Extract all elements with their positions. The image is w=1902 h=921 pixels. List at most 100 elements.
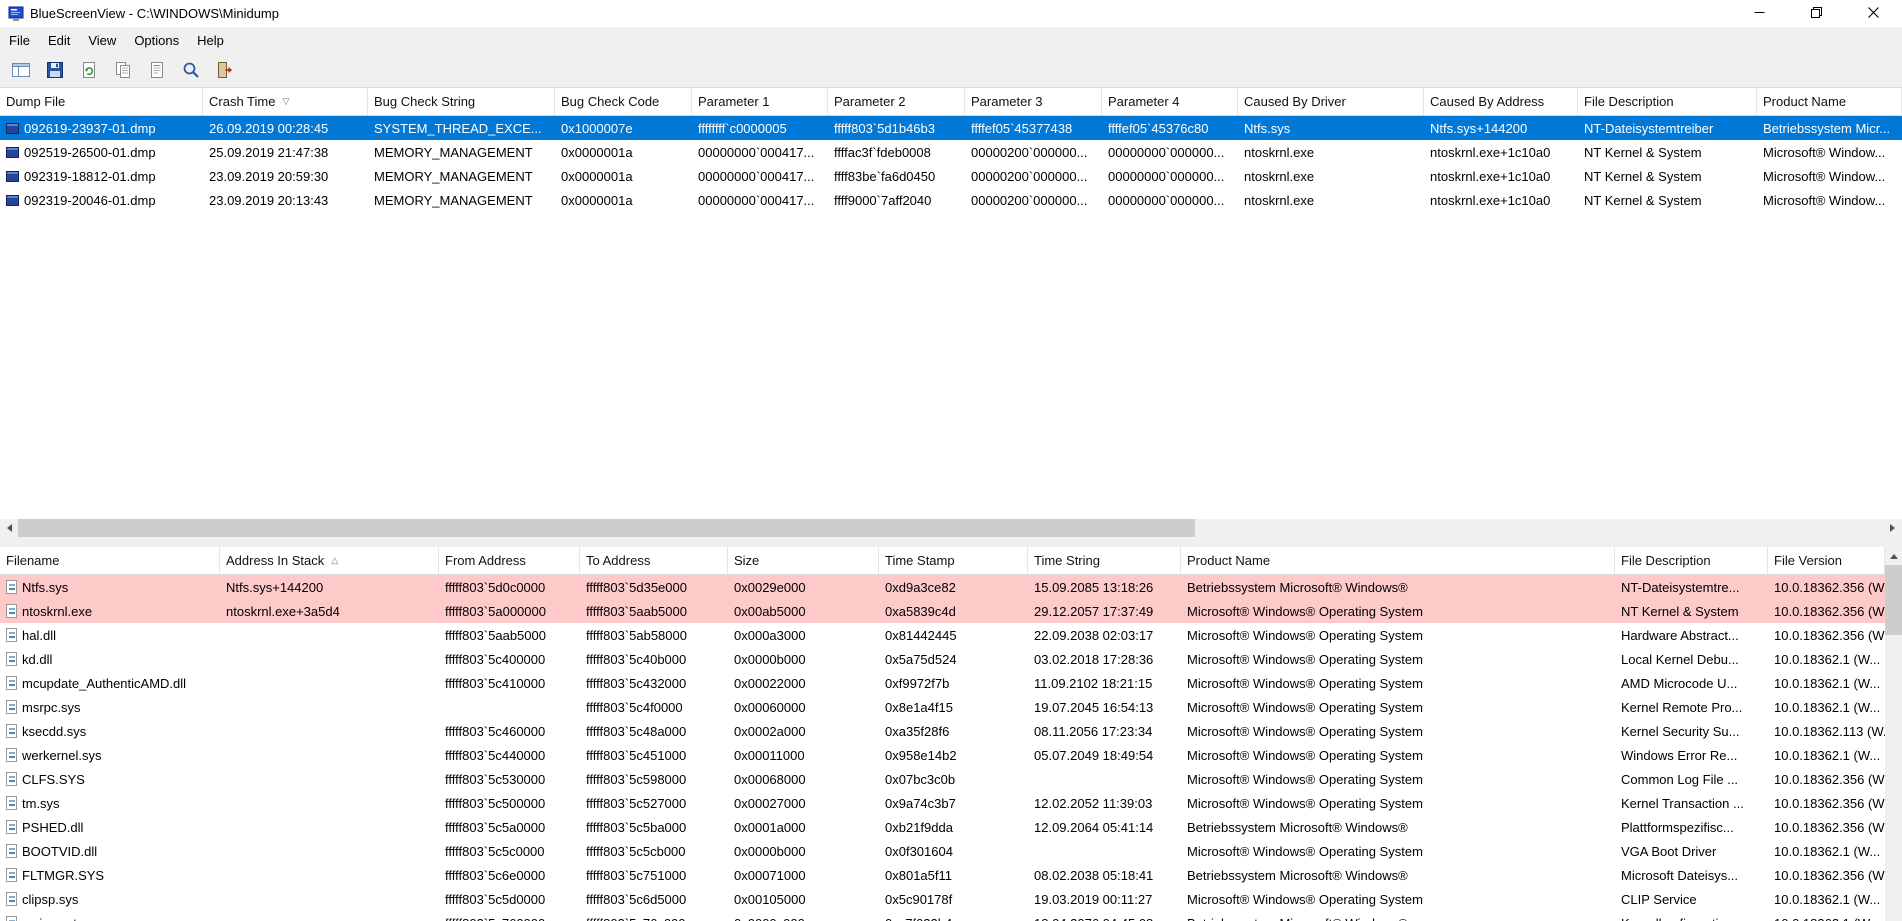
table-row[interactable]: werkernel.sys fffff803`5c440000 fffff803`5… [0,743,1885,767]
table-row[interactable]: tm.sys fffff803`5c500000 fffff803`5c527000… [0,791,1885,815]
cell-filename: clipsp.sys [0,887,220,911]
cell-file-description: NT Kernel & System [1584,192,1702,208]
table-row[interactable]: ksecdd.sys fffff803`5c460000 fffff803`5c48… [0,719,1885,743]
cell-dump-file: 092519-26500-01.dmp [0,140,203,164]
cell-filename: hal.dll [0,623,220,647]
cell-address-in-stack [220,695,439,719]
scroll-left-arrow[interactable] [0,519,18,537]
menu-options[interactable]: Options [125,28,188,52]
cell-caused-by-address: ntoskrnl.exe+1c10a0 [1430,168,1551,184]
table-row[interactable]: Ntfs.sys Ntfs.sys+144200 fffff803`5d0c0000… [0,575,1885,599]
table-row[interactable]: 092519-26500-01.dmp 25.09.2019 21:47:38 ME… [0,140,1902,164]
table-row[interactable]: 092319-18812-01.dmp 23.09.2019 20:59:30 ME… [0,164,1902,188]
cell-caused-by-address: ntoskrnl.exe+1c10a0 [1430,192,1551,208]
table-row[interactable]: BOOTVID.dll fffff803`5c5c0000 fffff803`5c5… [0,839,1885,863]
table-row[interactable]: clipsp.sys fffff803`5c5d0000 fffff803`5c6d… [0,887,1885,911]
cell-bug-check-code: 0x0000001a [561,144,633,160]
cell-crash-time: 23.09.2019 20:59:30 [209,168,329,184]
column-header-time-string[interactable]: Time String [1028,547,1181,574]
save-icon[interactable] [42,57,67,82]
exit-icon[interactable] [212,57,237,82]
horizontal-scrollbar-thumb[interactable] [18,519,1195,537]
column-header-parameter-1[interactable]: Parameter 1 [692,88,828,115]
menu-edit[interactable]: Edit [39,28,79,52]
column-header-filename[interactable]: Filename [0,547,220,574]
table-row[interactable]: kd.dll fffff803`5c400000 fffff803`5c40b000… [0,647,1885,671]
table-row[interactable]: cmimcext.sys fffff803`5c760000fffff803`5c… [0,911,1885,921]
table-row[interactable]: CLFS.SYS fffff803`5c530000 fffff803`5c5980… [0,767,1885,791]
table-row[interactable]: 092619-23937-01.dmp 26.09.2019 00:28:45 SY… [0,116,1902,140]
menu-file[interactable]: File [0,28,39,52]
cell-filename: cmimcext.sys [0,911,220,921]
module-list-body[interactable]: Ntfs.sys Ntfs.sys+144200 fffff803`5d0c0000… [0,575,1885,921]
dump-list-body[interactable]: 092619-23937-01.dmp 26.09.2019 00:28:45 SY… [0,116,1902,519]
column-header-dump-file[interactable]: Dump File [0,88,203,115]
column-header-parameter-3[interactable]: Parameter 3 [965,88,1102,115]
table-row[interactable]: hal.dll fffff803`5aab5000 fffff803`5ab5800… [0,623,1885,647]
cell-from-address: fffff803`5c760000 [439,911,580,921]
cell-size: 0x000a3000 [734,627,806,643]
cell-product-name: Microsoft® Windows® Operating System [1187,675,1423,691]
cell-address-in-stack [220,791,439,815]
column-header-to-address[interactable]: To Address [580,547,728,574]
cell-time-string: 05.07.2049 18:49:54 [1034,747,1154,763]
scroll-right-arrow[interactable] [1884,519,1902,537]
cell-parameter-3: ffffef05`45377438 [971,120,1073,136]
table-row[interactable]: mcupdate_AuthenticAMD.dll fffff803`5c4100… [0,671,1885,695]
column-header-bug-check-string[interactable]: Bug Check String [368,88,555,115]
dump-file-icon [6,194,19,206]
menu-view[interactable]: View [79,28,125,52]
cell-parameter-4: ffffef05`45376c80 [1108,120,1209,136]
copy-icon[interactable] [110,57,135,82]
table-row[interactable]: PSHED.dll fffff803`5c5a0000 fffff803`5c5ba… [0,815,1885,839]
vertical-scrollbar-thumb[interactable] [1885,565,1902,635]
column-header-parameter-2[interactable]: Parameter 2 [828,88,965,115]
column-header-time-stamp[interactable]: Time Stamp [879,547,1028,574]
column-header-file-description[interactable]: File Description [1578,88,1757,115]
pane-splitter[interactable] [0,537,1902,547]
driver-file-icon [6,652,17,666]
column-header-product-name[interactable]: Product Name [1181,547,1615,574]
driver-file-icon [6,604,17,618]
column-header-bug-check-code[interactable]: Bug Check Code [555,88,692,115]
column-header-file-description[interactable]: File Description [1615,547,1768,574]
cell-product-name: Betriebssystem Microsoft® Windows® [1187,867,1408,883]
left-arrow-icon [3,524,12,532]
table-row[interactable]: FLTMGR.SYS fffff803`5c6e0000 fffff803`5c75… [0,863,1885,887]
minimize-button[interactable] [1731,0,1788,27]
driver-file-icon [6,724,17,738]
cell-file-version: 10.0.18362.356 (W... [1774,819,1885,835]
column-header-crash-time[interactable]: Crash Time ▽ [203,88,368,115]
table-row[interactable]: ntoskrnl.exe ntoskrnl.exe+3a5d4 fffff803`5… [0,599,1885,623]
load-icon[interactable] [76,57,101,82]
column-header-caused-by-address[interactable]: Caused By Address [1424,88,1578,115]
cell-file-description: Microsoft Dateisys... [1621,867,1739,883]
column-header-file-version[interactable]: File Version [1768,547,1885,574]
restore-button[interactable] [1788,0,1845,27]
column-header-caused-by-driver[interactable]: Caused By Driver [1238,88,1424,115]
table-row[interactable]: 092319-20046-01.dmp 23.09.2019 20:13:43 ME… [0,188,1902,212]
scroll-up-arrow[interactable] [1885,547,1902,565]
cell-from-address: fffff803`5c5c0000 [445,843,545,859]
driver-file-icon [6,628,17,642]
advanced-options-icon[interactable] [8,57,33,82]
cell-from-address: fffff803`5aab5000 [445,627,546,643]
column-header-from-address[interactable]: From Address [439,547,580,574]
table-row[interactable]: msrpc.sys fffff803`5c4f0000 0x00060000 0x8e… [0,695,1885,719]
find-icon[interactable] [178,57,203,82]
menu-help[interactable]: Help [188,28,233,52]
column-header-product-name[interactable]: Product Name [1757,88,1902,115]
cell-time-string: 03.02.2018 17:28:36 [1034,651,1154,667]
cell-to-address: fffff803`5c598000 [586,771,687,787]
cell-product-name: Microsoft® Windows® Operating System [1187,651,1423,667]
column-header-size[interactable]: Size [728,547,879,574]
cell-size: 0x0001a000 [734,819,806,835]
properties-icon[interactable] [144,57,169,82]
cell-to-address: fffff803`5c6d5000 [586,891,687,907]
cell-time-stamp: 0xb21f9dda [885,819,953,835]
column-header-parameter-4[interactable]: Parameter 4 [1102,88,1238,115]
close-button[interactable] [1845,0,1902,27]
horizontal-scrollbar[interactable] [0,519,1902,537]
vertical-scrollbar[interactable] [1885,547,1902,921]
column-header-address-in-stack[interactable]: Address In Stack △ [220,547,439,574]
